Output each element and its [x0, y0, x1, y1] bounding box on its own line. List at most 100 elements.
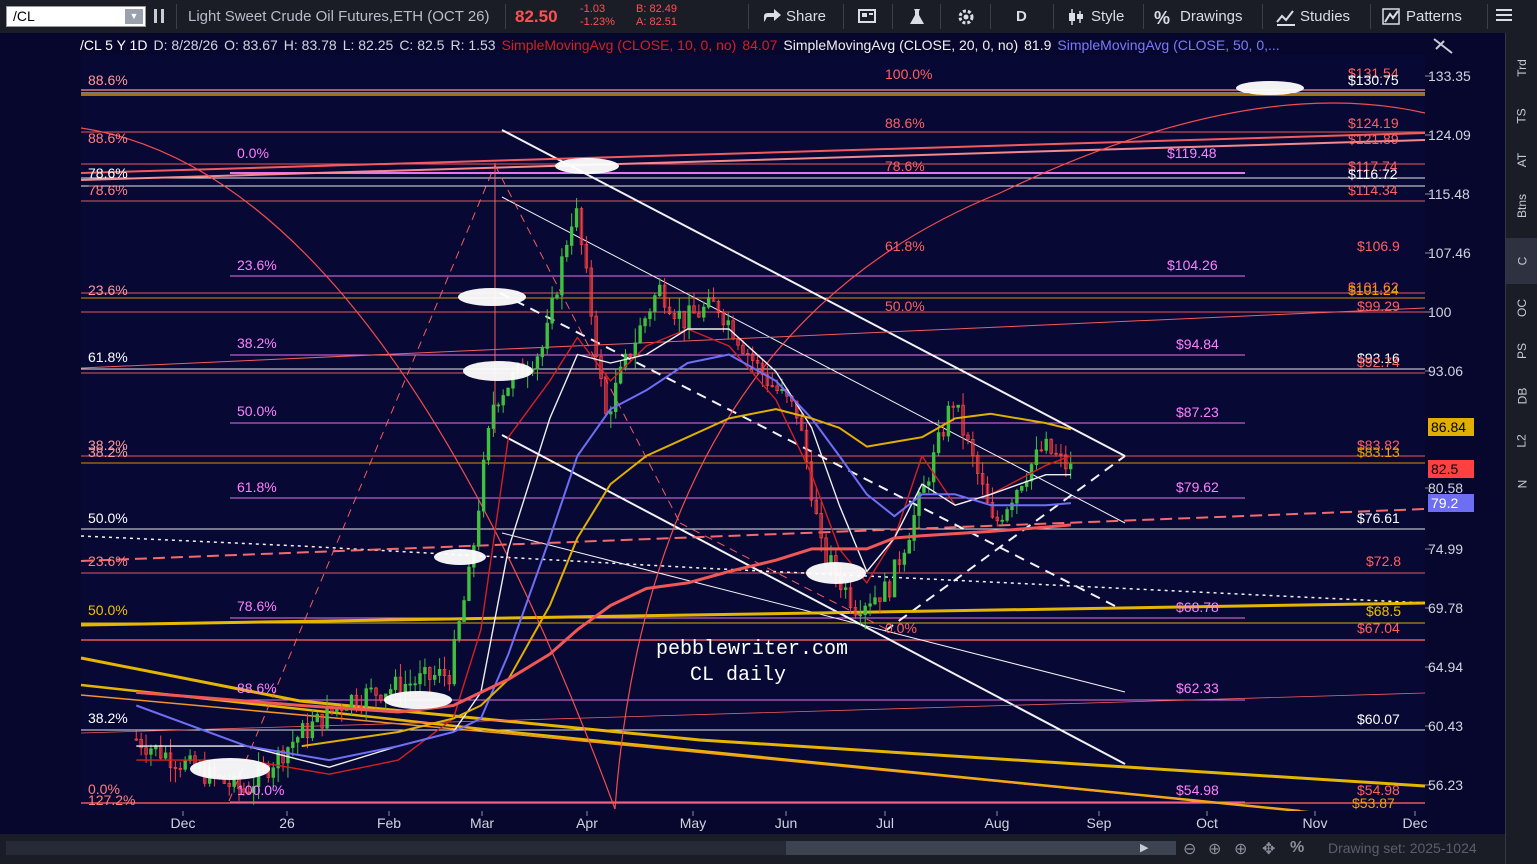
- share-icon: [762, 8, 781, 26]
- highlight-marker: [463, 361, 533, 381]
- fib-label: 23.6%: [88, 282, 128, 298]
- settings-icon[interactable]: [152, 0, 170, 33]
- candle-body: [633, 342, 637, 358]
- candle-body: [902, 552, 907, 565]
- candle-body: [883, 581, 887, 602]
- patterns-button[interactable]: Patterns: [1382, 0, 1462, 33]
- news-button[interactable]: [858, 0, 876, 33]
- highlight-marker: [384, 691, 452, 709]
- candle-body: [1010, 502, 1014, 511]
- share-button[interactable]: Share: [762, 0, 826, 33]
- x-axis: Dec 26 Feb Mar Apr May Jun Jul Aug Sep Oct Nov Dec: [0, 811, 1505, 834]
- chart-period[interactable]: /CL 5 Y 1D: [80, 37, 147, 53]
- price-level-label: $104.26: [1167, 257, 1218, 273]
- menu-button[interactable]: [1496, 0, 1514, 33]
- scroll-right-icon[interactable]: ▶: [1140, 841, 1148, 854]
- studies-icon: [1276, 8, 1295, 26]
- sidebar-tab-btns[interactable]: Btns: [1506, 183, 1537, 229]
- candle-body: [506, 387, 510, 396]
- symbol-dropdown-icon[interactable]: ▼: [125, 9, 143, 24]
- sidebar-tab-c[interactable]: C: [1506, 238, 1537, 284]
- candle-body: [418, 673, 422, 685]
- y-tick-label: 60.43: [1428, 718, 1463, 734]
- candle-body: [892, 559, 897, 598]
- studies-button[interactable]: Studies: [1276, 0, 1350, 33]
- sidebar-tab-label: TS: [1515, 108, 1529, 124]
- percent-scale-icon[interactable]: %: [1290, 839, 1304, 857]
- y-tick-label: 69.78: [1428, 600, 1463, 616]
- sidebar-tab-oc[interactable]: OC: [1506, 285, 1537, 331]
- candle-body: [932, 452, 936, 483]
- candle-body: [687, 305, 691, 329]
- scroll-track[interactable]: [6, 841, 1176, 855]
- drawings-button[interactable]: % Drawings: [1154, 0, 1243, 33]
- y-tick-label: 80.58: [1428, 480, 1463, 496]
- sidebar-tab-ps[interactable]: PS: [1506, 328, 1537, 374]
- pan-icon[interactable]: ✥: [1262, 839, 1275, 859]
- sma20-value: 81.9: [1024, 37, 1052, 53]
- candle-body: [927, 481, 931, 486]
- candle-body: [452, 638, 456, 685]
- y-tick-label: 100: [1428, 304, 1452, 320]
- candle-body: [310, 721, 315, 739]
- price-level-label: $60.07: [1357, 711, 1400, 727]
- candle-body: [1034, 449, 1039, 465]
- price-chart[interactable]: 88.6%88.6%78.6%78.6%23.6%61.8%50.0%23.6%…: [0, 33, 1505, 834]
- y-tick-label: 64.94: [1428, 659, 1463, 675]
- sidebar-tab-ts[interactable]: TS: [1506, 93, 1537, 139]
- sidebar-tab-db[interactable]: DB: [1506, 373, 1537, 419]
- highlight-marker: [1236, 81, 1304, 95]
- fib-label: 127.2%: [88, 792, 135, 808]
- symbol-input[interactable]: /CL ▼: [6, 6, 146, 27]
- candle-body: [1005, 509, 1009, 521]
- fib-label: 61.8%: [885, 238, 925, 254]
- sidebar-tab-trd[interactable]: Trd: [1506, 45, 1537, 91]
- candle-body: [393, 676, 398, 690]
- candle-body: [477, 510, 481, 546]
- gear-button[interactable]: [957, 0, 975, 33]
- sma20-label[interactable]: SimpleMovingAvg (CLOSE, 20, 0, no): [783, 37, 1018, 53]
- sma10-value: 84.07: [742, 37, 778, 53]
- bar-low: L: 82.25: [342, 37, 394, 53]
- style-button[interactable]: Style: [1067, 0, 1124, 33]
- price-level-label: $76.61: [1357, 510, 1400, 526]
- price-level-label: $106.9: [1357, 238, 1400, 254]
- sidebar-tab-l2[interactable]: L2: [1506, 418, 1537, 464]
- sma10-label[interactable]: SimpleMovingAvg (CLOSE, 10, 0, no): [502, 37, 737, 53]
- highlight-marker: [806, 562, 866, 584]
- flask-button[interactable]: [908, 0, 926, 33]
- candle-body: [496, 404, 500, 407]
- sidebar-tab-n[interactable]: N: [1506, 461, 1537, 507]
- price-level-label: $68.5: [1366, 603, 1401, 619]
- instrument-description: Light Sweet Crude Oil Futures,ETH (OCT 2…: [188, 8, 490, 25]
- x-tick-label: Mar: [470, 815, 494, 831]
- x-tick-label: Aug: [985, 815, 1010, 831]
- price-tag-label: 82.5: [1431, 461, 1458, 477]
- price-level-label: $92.74: [1357, 354, 1400, 370]
- price-level-label: $53.87: [1352, 795, 1395, 811]
- candle-body: [369, 687, 373, 690]
- price-change: -1.03 -1.23%: [580, 3, 615, 28]
- scroll-thumb[interactable]: [786, 841, 1176, 855]
- sma50-label[interactable]: SimpleMovingAvg (CLOSE, 50, 0,...: [1057, 37, 1279, 53]
- y-tick-label: 115.48: [1428, 186, 1470, 202]
- candle-body: [1044, 438, 1048, 451]
- interval-selector[interactable]: D: [1016, 0, 1027, 33]
- bar-high: H: 83.78: [283, 37, 337, 53]
- candle-body: [1015, 489, 1019, 504]
- zoom-out-icon[interactable]: ⊖: [1183, 839, 1196, 859]
- candle-body: [364, 688, 368, 708]
- x-tick-label: Dec: [1403, 815, 1428, 831]
- drawing-set-label[interactable]: Drawing set: 2025-1024: [1328, 840, 1477, 856]
- fib-label: 61.8%: [237, 479, 277, 495]
- price-level-label: $67.04: [1357, 620, 1400, 636]
- gear-icon: [957, 8, 975, 26]
- y-tick-label: 133.35: [1428, 68, 1471, 84]
- sidebar-tab-at[interactable]: AT: [1506, 137, 1537, 183]
- highlight-marker: [555, 158, 619, 174]
- candle-body: [486, 428, 491, 461]
- x-tick-label: May: [680, 815, 706, 831]
- zoom-fit-icon[interactable]: ⊕: [1234, 839, 1247, 859]
- x-tick-label: Apr: [576, 815, 598, 831]
- zoom-in-icon[interactable]: ⊕: [1208, 839, 1221, 859]
